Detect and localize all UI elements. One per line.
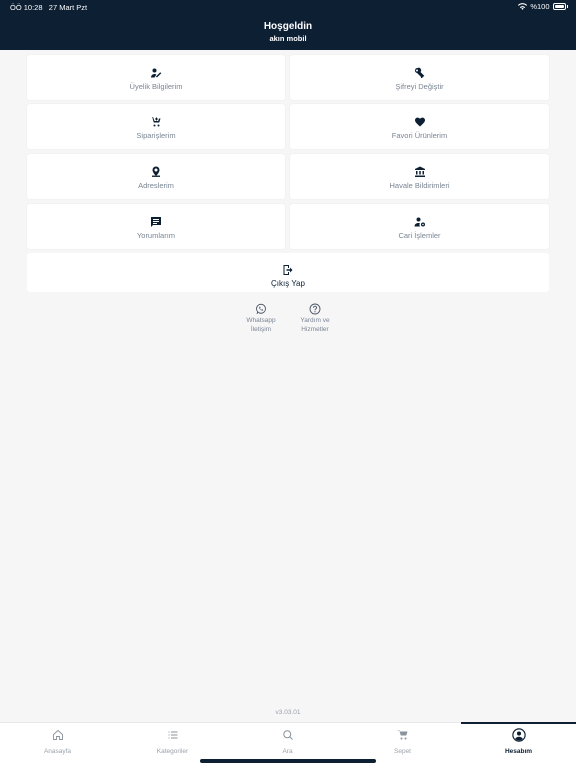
- wifi-icon: [518, 3, 528, 10]
- comment-icon: [151, 217, 161, 227]
- menu-havale-bildirimleri[interactable]: Havale Bildirimleri: [290, 154, 549, 199]
- whatsapp-icon: [256, 303, 266, 315]
- logout-label: Çıkış Yap: [271, 279, 305, 288]
- logout-icon: [283, 265, 293, 275]
- tab-label: Sepet: [394, 748, 411, 755]
- battery-percent: %100: [530, 2, 550, 11]
- menu-label: Yorumlarım: [136, 231, 176, 240]
- status-date: 27 Mart Pzt: [48, 3, 88, 12]
- whatsapp-label: Whatsapp İletişim: [235, 317, 287, 334]
- menu-uyelik-bilgilerim[interactable]: Üyelik Bilgilerim: [27, 55, 285, 100]
- menu-favori-urunlerim[interactable]: Favori Ürünlerim: [290, 104, 549, 149]
- help-circle-icon: [309, 303, 321, 315]
- username: akın mobil: [269, 34, 307, 43]
- whatsapp-contact-link[interactable]: Whatsapp İletişim: [235, 303, 287, 334]
- status-right: %100: [518, 2, 568, 11]
- menu-label: Üyelik Bilgilerim: [129, 82, 183, 91]
- whatsapp-label-line1: Whatsapp: [246, 317, 276, 324]
- menu-label: Cari İşlemler: [398, 231, 441, 240]
- battery-icon: [552, 3, 566, 10]
- status-bar: ÖÖ 10:28 27 Mart Pzt %100: [0, 0, 576, 14]
- help-label-line1: Yardım ve: [300, 317, 330, 324]
- tab-label: Anasayfa: [43, 748, 72, 755]
- tab-label: Hesabım: [504, 748, 533, 755]
- status-time-date: ÖÖ 10:28 27 Mart Pzt: [10, 3, 87, 12]
- bank-icon: [414, 166, 425, 177]
- tab-account[interactable]: Hesabım: [461, 722, 576, 768]
- help-label-line2: Hizmetler: [301, 325, 329, 333]
- help-services-link[interactable]: Yardım ve Hizmetler: [289, 303, 341, 334]
- tab-home[interactable]: Anasayfa: [0, 723, 115, 768]
- menu-label: Favori Ürünlerim: [391, 131, 448, 140]
- help-label: Yardım ve Hizmetler: [289, 317, 341, 334]
- cart-icon: [397, 730, 407, 740]
- tab-label: Kategoriler: [156, 748, 189, 755]
- location-pin-icon: [152, 166, 160, 177]
- list-icon: [168, 731, 177, 739]
- battery-tip: [566, 5, 568, 8]
- menu-yorumlarim[interactable]: Yorumlarım: [27, 204, 285, 249]
- header: ÖÖ 10:28 27 Mart Pzt %100 Hoşgeldin akın…: [0, 0, 576, 50]
- cart-add-icon: [150, 117, 161, 127]
- menu-siparislerim[interactable]: Siparişlerim: [27, 104, 285, 149]
- menu-sifreyi-degistir[interactable]: Şifreyi Değiştir: [290, 55, 549, 100]
- menu-label: Havale Bildirimleri: [389, 181, 450, 190]
- tab-label: Ara: [282, 748, 293, 755]
- key-icon: [414, 67, 424, 78]
- whatsapp-label-line2: İletişim: [250, 325, 272, 333]
- status-time: ÖÖ 10:28: [10, 3, 43, 12]
- menu-label: Şifreyi Değiştir: [395, 82, 444, 91]
- heart-icon: [414, 117, 425, 127]
- menu-label: Adreslerim: [138, 181, 174, 190]
- account-circle-icon: [511, 728, 526, 742]
- menu-cari-islemler[interactable]: Cari İşlemler: [290, 204, 549, 249]
- menu-label: Siparişlerim: [136, 131, 176, 140]
- user-settings-icon: [414, 217, 425, 227]
- menu-adreslerim[interactable]: Adreslerim: [27, 154, 285, 199]
- logout-button[interactable]: Çıkış Yap: [27, 253, 549, 292]
- greeting-title: Hoşgeldin: [263, 21, 313, 32]
- user-edit-icon: [151, 68, 162, 78]
- home-icon: [52, 729, 63, 740]
- search-icon: [282, 730, 293, 740]
- home-indicator: [200, 759, 376, 763]
- app-version: v3.03.01: [275, 709, 301, 716]
